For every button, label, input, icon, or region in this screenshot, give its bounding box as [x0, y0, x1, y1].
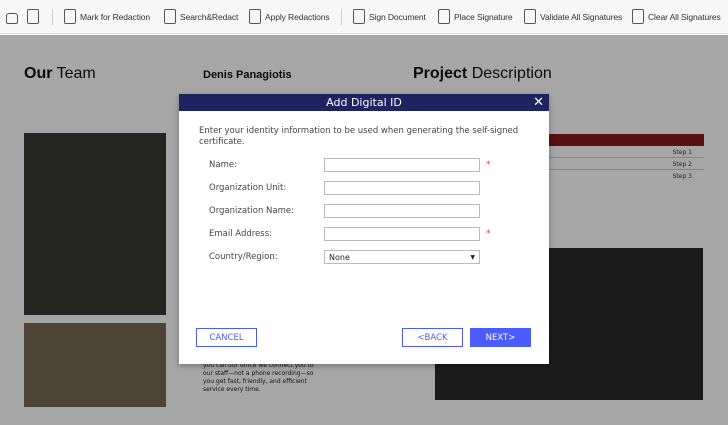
label: Clear All Signatures [648, 11, 721, 22]
email-input[interactable] [324, 227, 480, 241]
secure-doc-button[interactable] [27, 9, 39, 24]
cancel-button[interactable]: CANCEL [196, 328, 257, 347]
sign-document-icon [353, 9, 365, 24]
country-row: Country/Region: None ▼ [209, 250, 480, 264]
back-button[interactable]: <BACK [402, 328, 463, 347]
name-input[interactable] [324, 158, 480, 172]
org-name-row: Organization Name: [209, 204, 480, 218]
required-mark: * [486, 160, 491, 170]
field-label: Name: [209, 160, 237, 170]
org-unit-input[interactable] [324, 181, 480, 195]
mark-redaction-icon [64, 9, 76, 24]
clear-signatures-icon [632, 9, 644, 24]
email-row: Email Address: * [209, 227, 491, 241]
org-name-input[interactable] [324, 204, 480, 218]
dialog-header: Add Digital ID ✕ [179, 94, 549, 111]
label: Search&Redact [180, 11, 239, 22]
add-digital-id-dialog: Add Digital ID ✕ Enter your identity info… [179, 94, 549, 364]
lock-icon [6, 13, 18, 24]
field-label: Email Address: [209, 229, 272, 239]
close-icon[interactable]: ✕ [533, 94, 544, 111]
country-select[interactable]: None ▼ [324, 250, 480, 264]
field-label: Organization Name: [209, 206, 294, 216]
dialog-intro: Enter your identity information to be us… [199, 126, 519, 147]
lock-button[interactable] [6, 9, 18, 24]
search-redact-button[interactable]: Search&Redact [164, 9, 238, 24]
label: Mark for Redaction [80, 11, 151, 22]
document-lock-icon [27, 9, 39, 24]
org-unit-row: Organization Unit: [209, 181, 480, 195]
chevron-down-icon: ▼ [470, 253, 475, 261]
label: Sign Document [369, 11, 426, 22]
place-signature-icon [438, 9, 450, 24]
next-button[interactable]: NEXT> [470, 328, 531, 347]
sign-document-button[interactable]: Sign Document [353, 9, 426, 24]
toolbar: Mark for Redaction Search&Redact Apply R… [0, 0, 728, 34]
apply-redactions-icon [249, 9, 261, 24]
required-mark: * [486, 229, 491, 239]
label: Apply Redactions [265, 11, 330, 22]
validate-signatures-button[interactable]: Validate All Signatures [524, 9, 622, 24]
mark-for-redaction-button[interactable]: Mark for Redaction [64, 9, 150, 24]
validate-signature-icon [524, 9, 536, 24]
selected-value: None [329, 252, 350, 262]
field-label: Country/Region: [209, 252, 278, 262]
clear-signatures-button[interactable]: Clear All Signatures [632, 9, 721, 24]
field-label: Organization Unit: [209, 183, 287, 193]
separator [341, 9, 342, 25]
label: Validate All Signatures [540, 11, 623, 22]
apply-redactions-button[interactable]: Apply Redactions [249, 9, 330, 24]
search-redact-icon [164, 9, 176, 24]
dialog-title: Add Digital ID [326, 96, 402, 109]
separator [52, 9, 53, 25]
name-row: Name: * [209, 158, 491, 172]
place-signature-button[interactable]: Place Signature [438, 9, 513, 24]
label: Place Signature [454, 11, 513, 22]
